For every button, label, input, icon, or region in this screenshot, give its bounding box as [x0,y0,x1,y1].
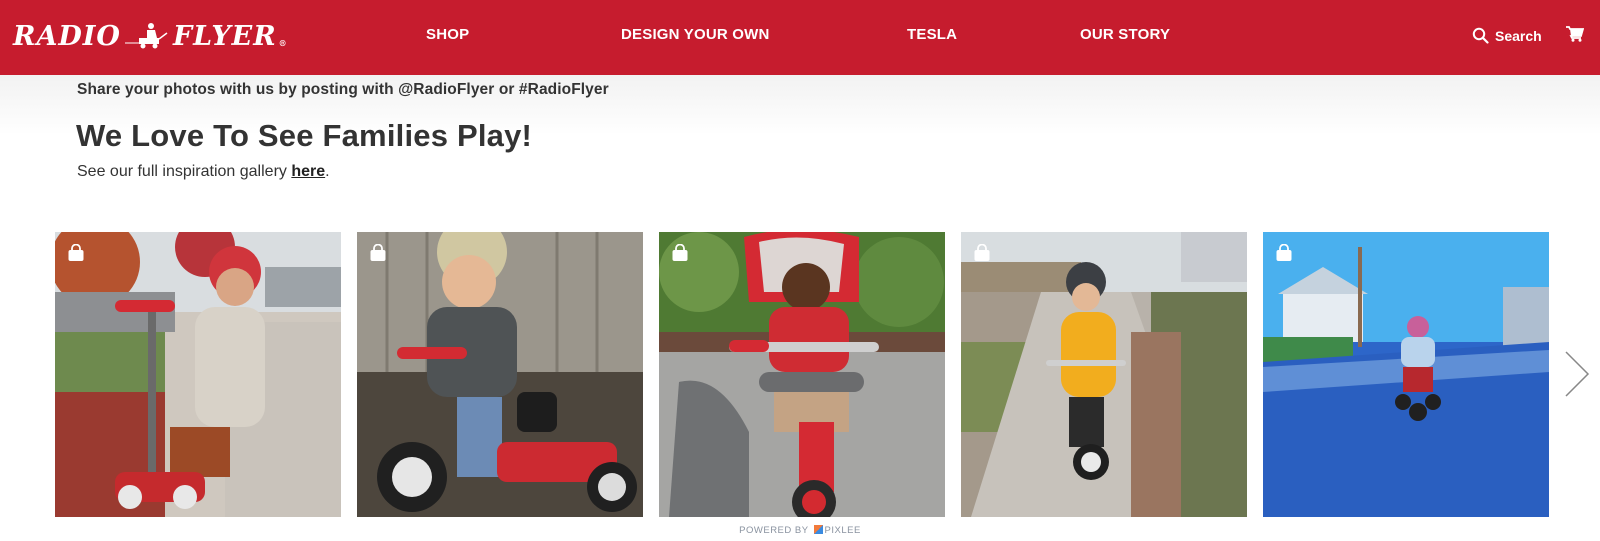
search-label: Search [1495,27,1542,44]
powered-by-pixlee[interactable]: POWERED BY PIXLEE [0,525,1600,536]
photo-scooter-toddler [55,232,341,517]
carousel-next-button[interactable] [1564,350,1590,403]
cart-icon [1566,26,1585,42]
cart-button[interactable] [1566,26,1585,47]
gallery-subtitle-text: See our full inspiration gallery [77,163,292,180]
shopping-bag-icon [370,244,386,261]
nav-design-your-own[interactable]: DESIGN YOUR OWN [621,26,770,43]
logo-text-flyer: FLYER [172,20,277,52]
shopping-bag-icon [68,244,84,261]
gallery-subtitle: See our full inspiration gallery here. [77,163,330,181]
photo-stroller-trike [659,232,945,517]
gallery-photo-4[interactable] [961,232,1247,517]
page-title: We Love To See Families Play! [76,118,533,153]
site-header: RADIO FLYER ® SHOP DESIGN YOUR OWN TESLA… [0,0,1600,75]
pixlee-brand: PIXLEE [824,525,861,536]
gallery-photo-5[interactable] [1263,232,1549,517]
registered-mark: ® [278,38,288,48]
gallery-photo-3[interactable] [659,232,945,517]
pixlee-logo-icon [813,525,823,534]
share-instructions: Share your photos with us by posting wit… [77,81,609,98]
nav-shop[interactable]: SHOP [426,26,469,43]
radio-flyer-logo[interactable]: RADIO FLYER ® [13,20,288,52]
shopping-bag-icon [1276,244,1292,261]
nav-our-story[interactable]: OUR STORY [1080,26,1170,43]
gallery-photo-1[interactable] [55,232,341,517]
photo-tricycle-street [1263,232,1549,517]
logo-text-radio: RADIO [13,20,121,52]
gallery-photo-2[interactable] [357,232,643,517]
powered-by-label: POWERED BY [739,525,809,536]
shopping-bag-icon [672,244,688,261]
gallery-link[interactable]: here [291,163,325,180]
search-icon [1472,27,1489,44]
photo-balance-bike [961,232,1247,517]
nav-tesla[interactable]: TESLA [907,26,957,43]
chevron-right-icon [1565,351,1590,397]
shopping-bag-icon [974,244,990,261]
gallery-subtitle-period: . [325,163,330,180]
search-button[interactable]: Search [1472,27,1542,44]
wagon-rider-icon [124,21,169,51]
photo-tricycle-fence [357,232,643,517]
